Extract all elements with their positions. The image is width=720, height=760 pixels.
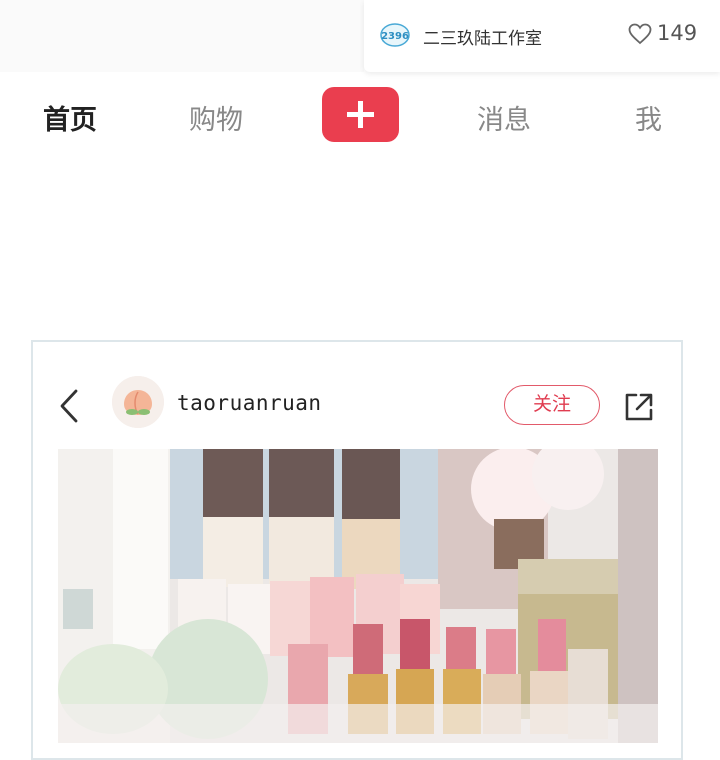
studio-name[interactable]: 二三玖陆工作室 [423, 24, 542, 49]
nav-shop-tab[interactable]: 购物 [189, 98, 243, 137]
studio-logo-text: 2396 [381, 31, 409, 42]
studio-logo: 2396 [380, 23, 410, 47]
back-icon[interactable] [58, 388, 80, 424]
like-count: 149 [657, 21, 698, 45]
background-strip [0, 0, 364, 72]
share-icon[interactable] [622, 390, 656, 424]
peach-avatar [112, 376, 164, 428]
nav-me-tab[interactable]: 我 [635, 98, 662, 137]
follow-button[interactable]: 关注 [504, 385, 600, 425]
publish-plus-button[interactable] [322, 87, 399, 142]
user-avatar[interactable] [112, 376, 164, 428]
nav-home-tab[interactable]: 首页 [43, 98, 97, 137]
plus-icon [347, 101, 374, 128]
nav-messages-tab[interactable]: 消息 [477, 98, 531, 137]
post-image-cosmetics[interactable] [58, 449, 658, 743]
post-username[interactable]: taoruanruan [177, 391, 322, 415]
cosmetics-illustration [58, 449, 658, 743]
heart-icon[interactable] [628, 23, 652, 45]
